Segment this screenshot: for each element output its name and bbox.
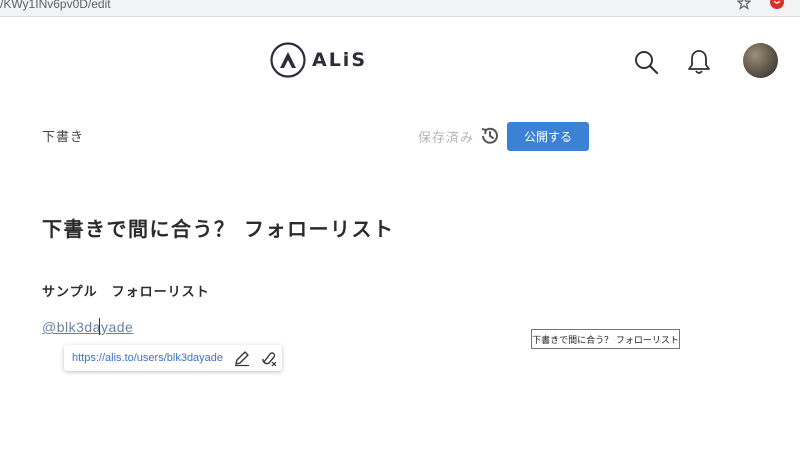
logo-text: ALiS xyxy=(312,49,368,71)
draft-label: 下書き xyxy=(42,130,85,145)
alis-logo-icon xyxy=(270,42,306,78)
popover-url-link[interactable]: https://alis.to/users/blk3dayade xyxy=(72,352,223,364)
article-title[interactable]: 下書きで間に合う？ フォローリスト xyxy=(42,213,394,242)
unlink-icon[interactable] xyxy=(260,349,278,367)
link-popover: https://alis.to/users/blk3dayade xyxy=(64,345,282,371)
edit-link-icon[interactable] xyxy=(233,349,251,367)
user-avatar[interactable] xyxy=(743,43,778,78)
bookmark-star-icon[interactable] xyxy=(737,0,751,10)
publish-button[interactable]: 公開する xyxy=(507,122,589,151)
tooltip: 下書きで間に合う？ フォローリスト xyxy=(531,329,680,349)
address-url[interactable]: /KWy1INv6pv0D/edit xyxy=(0,0,111,10)
history-icon[interactable] xyxy=(479,125,501,147)
saved-status: 保存済み xyxy=(418,131,475,146)
mention-link[interactable]: @blk3dayade xyxy=(42,319,133,335)
search-icon[interactable] xyxy=(633,49,659,75)
text-cursor xyxy=(99,318,100,335)
browser-address-bar[interactable]: /KWy1INv6pv0D/edit xyxy=(0,0,800,17)
notification-bell-icon[interactable] xyxy=(686,48,712,76)
article-subheading[interactable]: サンプル フォローリスト xyxy=(42,281,210,300)
extension-icon[interactable] xyxy=(770,0,784,11)
alis-logo[interactable]: ALiS xyxy=(270,42,367,78)
